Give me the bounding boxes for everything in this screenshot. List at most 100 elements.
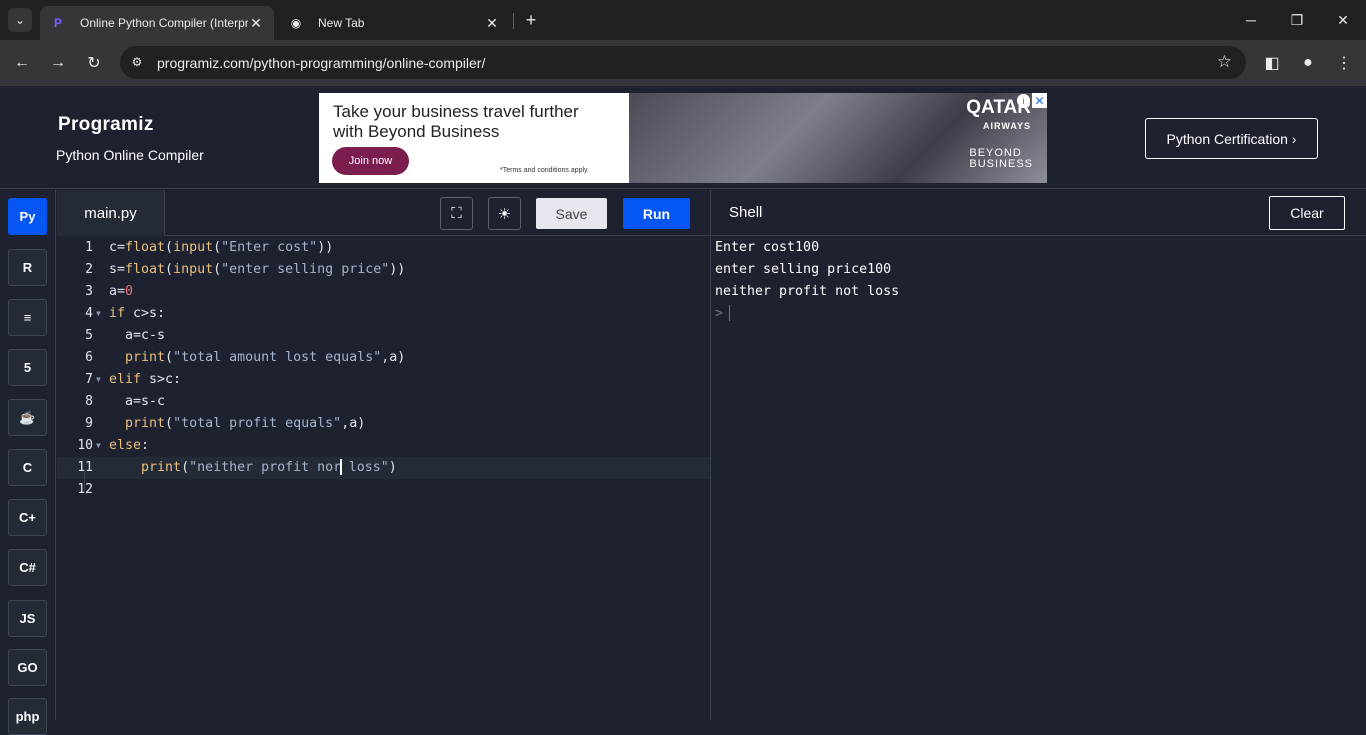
browser-menu-icon[interactable]: ⋮ bbox=[1330, 49, 1358, 77]
line-number: 10 bbox=[77, 438, 93, 453]
fold-arrow-icon[interactable]: ▼ bbox=[96, 369, 101, 391]
javascript-icon[interactable]: JS bbox=[8, 600, 47, 637]
file-tab-main-py[interactable]: main.py bbox=[57, 190, 165, 236]
ad-headline: Take your business travel further with B… bbox=[333, 102, 579, 142]
code-text: a=0 bbox=[109, 284, 134, 299]
line-number: 9 bbox=[85, 416, 93, 431]
site-header: Programiz Python Online Compiler Take yo… bbox=[0, 86, 1366, 189]
code-line: 7 ▼ elif s>c: bbox=[57, 369, 710, 391]
chrome-favicon-icon: ◉ bbox=[290, 16, 302, 30]
code-line: 10 ▼ else: bbox=[57, 435, 710, 457]
run-button[interactable]: Run bbox=[623, 198, 690, 229]
fold-arrow-icon[interactable]: ▼ bbox=[96, 303, 101, 325]
code-line: 9 print("total profit equals",a) bbox=[57, 413, 710, 435]
code-line: 12 bbox=[57, 479, 710, 501]
address-bar[interactable]: ⚙ programiz.com/python-programming/onlin… bbox=[120, 46, 1246, 79]
shell-output-line: enter selling price100 bbox=[715, 262, 892, 277]
save-button[interactable]: Save bbox=[536, 198, 607, 229]
browser-tabbar: ⌄ P Online Python Compiler (Interpreter)… bbox=[0, 0, 1366, 40]
ad-close-icon[interactable]: ✕ bbox=[1032, 93, 1047, 108]
line-number: 8 bbox=[85, 394, 93, 409]
code-text: a=s-c bbox=[109, 394, 166, 409]
code-text: if c>s: bbox=[109, 306, 166, 321]
restore-icon[interactable]: ❐ bbox=[1274, 0, 1320, 40]
ad-join-now-button[interactable]: Join now bbox=[332, 147, 409, 175]
code-text: print("total amount lost equals",a) bbox=[125, 350, 406, 365]
fullscreen-icon[interactable]: ⛶ bbox=[440, 197, 473, 230]
code-editor[interactable]: 1 c=float(input("Enter cost")) 2 s=float… bbox=[57, 237, 710, 720]
cpp-icon[interactable]: C+ bbox=[8, 499, 47, 536]
tab-title: New Tab bbox=[318, 16, 365, 30]
code-text: else: bbox=[109, 438, 150, 453]
ad-info-icon[interactable]: i bbox=[1017, 94, 1030, 107]
minimize-icon[interactable]: ─ bbox=[1228, 0, 1274, 40]
ad-brand-sub: AIRWAYS bbox=[982, 121, 1031, 131]
forward-arrow-icon[interactable]: → bbox=[44, 49, 72, 77]
shell-prompt: > bbox=[715, 306, 724, 321]
page-subtitle: Python Online Compiler bbox=[56, 147, 204, 163]
tab-programiz[interactable]: P Online Python Compiler (Interpreter) ✕ bbox=[40, 6, 274, 40]
python-icon[interactable]: Py bbox=[8, 198, 47, 235]
clear-button[interactable]: Clear bbox=[1269, 196, 1345, 230]
tab-new-tab[interactable]: ◉ New Tab ✕ bbox=[278, 6, 510, 40]
code-text: a=c-s bbox=[109, 328, 166, 343]
java-icon[interactable]: ☕ bbox=[8, 399, 47, 436]
ad-tagline-line-2: BUSINESS bbox=[969, 158, 1033, 170]
advertisement-banner[interactable]: Take your business travel further with B… bbox=[319, 93, 1047, 183]
sql-database-icon[interactable]: ≡ bbox=[8, 299, 47, 336]
shell-header: Shell Clear bbox=[711, 190, 1366, 236]
c-lang-icon[interactable]: C bbox=[8, 449, 47, 486]
golang-icon[interactable]: GO bbox=[8, 649, 47, 686]
shell-prompt-line[interactable]: > bbox=[715, 303, 1355, 325]
code-line: 2 s=float(input("enter selling price")) bbox=[57, 259, 710, 281]
code-line: 8 a=s-c bbox=[57, 391, 710, 413]
code-line-current: 11 print("neither profit nor loss") bbox=[57, 457, 710, 479]
r-lang-icon[interactable]: R bbox=[8, 249, 47, 286]
code-text: s=float(input("enter selling price")) bbox=[109, 262, 406, 277]
csharp-icon[interactable]: C# bbox=[8, 549, 47, 586]
editor-toolbar: main.py ⛶ ☀ Save Run bbox=[57, 190, 710, 236]
line-number: 7 bbox=[85, 372, 93, 387]
theme-toggle-sun-icon[interactable]: ☀ bbox=[488, 197, 521, 230]
back-arrow-icon[interactable]: ← bbox=[8, 49, 36, 77]
url-text[interactable]: programiz.com/python-programming/online-… bbox=[157, 55, 485, 71]
browser-toolbar: ← → ↻ ⚙ programiz.com/python-programming… bbox=[0, 40, 1366, 86]
ad-terms: *Terms and conditions apply. bbox=[500, 167, 589, 174]
pane-divider[interactable] bbox=[710, 190, 711, 720]
line-number: 5 bbox=[85, 328, 93, 343]
line-number: 3 bbox=[85, 284, 93, 299]
tab-search-chevron-icon[interactable]: ⌄ bbox=[8, 8, 32, 32]
code-text: print("neither profit nor loss") bbox=[141, 459, 397, 475]
bookmark-star-icon[interactable]: ☆ bbox=[1217, 52, 1232, 72]
line-number: 11 bbox=[77, 460, 93, 475]
html5-icon[interactable]: 5 bbox=[8, 349, 47, 386]
window-close-icon[interactable]: ✕ bbox=[1320, 0, 1366, 40]
programiz-favicon-icon: P bbox=[53, 16, 62, 30]
shell-caret bbox=[729, 305, 731, 321]
close-tab-icon[interactable]: ✕ bbox=[248, 15, 264, 32]
side-panel-icon[interactable]: ◧ bbox=[1258, 49, 1286, 77]
profile-avatar-icon[interactable]: ● bbox=[1294, 49, 1322, 77]
programiz-logo[interactable]: Programiz bbox=[58, 114, 154, 136]
python-certification-button[interactable]: Python Certification › bbox=[1145, 118, 1318, 159]
new-tab-plus-icon[interactable]: + bbox=[519, 8, 543, 32]
fold-arrow-icon[interactable]: ▼ bbox=[96, 435, 101, 457]
code-line: 4 ▼ if c>s: bbox=[57, 303, 710, 325]
indent-guide bbox=[84, 469, 85, 491]
code-line: 5 a=c-s bbox=[57, 325, 710, 347]
close-tab-icon[interactable]: ✕ bbox=[484, 15, 500, 32]
ad-headline-line-1: Take your business travel further bbox=[333, 102, 579, 121]
tab-separator bbox=[513, 13, 514, 29]
shell-output[interactable]: Enter cost100 enter selling price100 nei… bbox=[715, 237, 1355, 325]
ad-tagline: BEYOND BUSINESS bbox=[969, 148, 1033, 170]
line-number: 12 bbox=[77, 482, 93, 497]
php-icon[interactable]: php bbox=[8, 698, 47, 735]
shell-output-line: neither profit not loss bbox=[715, 284, 900, 299]
site-info-icon[interactable]: ⚙ bbox=[128, 53, 146, 71]
reload-icon[interactable]: ↻ bbox=[80, 49, 108, 77]
language-sidebar: Py R ≡ 5 ☕ C C+ C# JS GO php bbox=[0, 190, 56, 735]
ad-headline-line-2: with Beyond Business bbox=[333, 122, 500, 141]
line-number: 6 bbox=[85, 350, 93, 365]
code-line: 6 print("total amount lost equals",a) bbox=[57, 347, 710, 369]
line-number: 4 bbox=[85, 306, 93, 321]
